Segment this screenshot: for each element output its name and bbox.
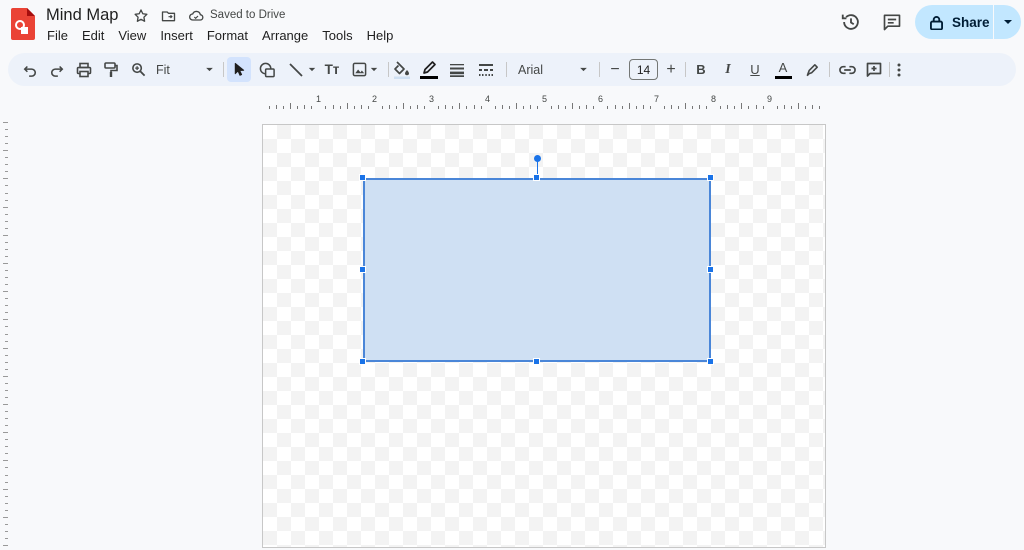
insert-link-icon[interactable] (836, 57, 858, 82)
border-color-icon[interactable] (418, 57, 440, 82)
menu-tools[interactable]: Tools (315, 27, 359, 45)
underline-button[interactable]: U (745, 57, 765, 82)
line-tool-button[interactable] (284, 57, 320, 82)
font-select[interactable]: Arial (514, 57, 592, 82)
toolbar-divider (599, 62, 600, 77)
ruler-label: 2 (372, 94, 378, 104)
ruler-label: 9 (767, 94, 773, 104)
share-main[interactable]: Share (915, 5, 993, 39)
menu-bar: File Edit View Insert Format Arrange Too… (40, 27, 400, 45)
drawings-logo-icon[interactable] (11, 8, 35, 40)
zoom-value: Fit (156, 62, 170, 77)
share-label: Share (952, 14, 990, 30)
ruler-label: 3 (429, 94, 435, 104)
drawing-canvas[interactable] (262, 124, 826, 548)
decrease-font-size-button[interactable]: − (605, 57, 625, 82)
insert-image-button[interactable] (349, 57, 381, 82)
line-icon (289, 62, 303, 77)
text-color-button[interactable]: A (772, 57, 794, 82)
paint-format-icon[interactable] (101, 57, 121, 82)
ruler-label: 7 (654, 94, 660, 104)
lock-icon (930, 15, 943, 30)
share-options-button[interactable] (994, 5, 1021, 39)
ruler-label: 4 (485, 94, 491, 104)
zoom-icon[interactable] (129, 57, 147, 82)
resize-handle-top[interactable] (533, 174, 540, 181)
more-options-icon[interactable] (892, 57, 906, 82)
version-history-icon[interactable] (838, 9, 864, 35)
shape-tool-icon[interactable] (256, 57, 278, 82)
font-size-input[interactable]: 14 (629, 59, 658, 80)
menu-arrange[interactable]: Arrange (255, 27, 315, 45)
highlight-color-icon[interactable] (801, 57, 823, 82)
resize-handle-right[interactable] (707, 266, 714, 273)
redo-icon[interactable] (47, 57, 67, 82)
image-icon (352, 62, 367, 77)
horizontal-ruler: 1 2 3 4 5 6 7 8 9 (262, 92, 828, 110)
text-box-icon[interactable]: Tт (321, 57, 343, 82)
bold-button[interactable]: B (691, 57, 711, 82)
toolbar-divider (685, 62, 686, 77)
menu-edit[interactable]: Edit (75, 27, 111, 45)
text-color-swatch (774, 75, 792, 79)
toolbar-divider (829, 62, 830, 77)
vertical-ruler (0, 122, 10, 550)
resize-handle-top-right[interactable] (707, 174, 714, 181)
toolbar-divider (506, 62, 507, 77)
share-button[interactable]: Share (915, 5, 1021, 39)
selected-rectangle-shape[interactable] (363, 178, 711, 362)
resize-handle-bottom-left[interactable] (359, 358, 366, 365)
toolbar-divider (889, 62, 890, 77)
border-dash-icon[interactable] (475, 57, 497, 82)
save-status: Saved to Drive (210, 9, 286, 21)
chevron-down-icon (580, 67, 587, 72)
move-folder-icon[interactable] (158, 6, 178, 26)
add-comment-icon[interactable] (863, 57, 885, 82)
ruler-label: 8 (711, 94, 717, 104)
toolbar-divider (388, 62, 389, 77)
menu-file[interactable]: File (40, 27, 75, 45)
chevron-down-icon (308, 67, 316, 72)
resize-handle-bottom[interactable] (533, 358, 540, 365)
chevron-down-icon (370, 67, 378, 72)
menu-view[interactable]: View (111, 27, 153, 45)
border-weight-icon[interactable] (446, 57, 468, 82)
chevron-down-icon (1003, 20, 1012, 24)
select-tool-icon[interactable] (227, 57, 251, 82)
ruler-label: 1 (316, 94, 322, 104)
zoom-select[interactable]: Fit (154, 57, 216, 82)
fill-color-icon[interactable] (391, 57, 413, 82)
chevron-down-icon (206, 67, 213, 72)
star-icon[interactable] (131, 6, 151, 26)
italic-button[interactable]: I (718, 57, 738, 82)
rotate-handle[interactable] (534, 155, 541, 162)
menu-format[interactable]: Format (200, 27, 255, 45)
ruler-label: 5 (542, 94, 548, 104)
ruler-label: 6 (598, 94, 604, 104)
menu-insert[interactable]: Insert (153, 27, 200, 45)
menu-help[interactable]: Help (360, 27, 401, 45)
print-icon[interactable] (74, 57, 94, 82)
toolbar: Fit Tт Arial − 14 + B I U A (8, 53, 1016, 86)
comments-icon[interactable] (879, 9, 905, 35)
resize-handle-top-left[interactable] (359, 174, 366, 181)
increase-font-size-button[interactable]: + (661, 57, 681, 82)
toolbar-divider (223, 62, 224, 77)
font-value: Arial (518, 62, 544, 77)
resize-handle-left[interactable] (359, 266, 366, 273)
document-title[interactable]: Mind Map (46, 6, 118, 25)
cloud-saved-icon[interactable] (186, 6, 206, 26)
resize-handle-bottom-right[interactable] (707, 358, 714, 365)
undo-icon[interactable] (20, 57, 40, 82)
header: Mind Map Saved to Drive File Edit View I… (0, 0, 1024, 52)
vertical-ruler-ticks (3, 122, 8, 546)
